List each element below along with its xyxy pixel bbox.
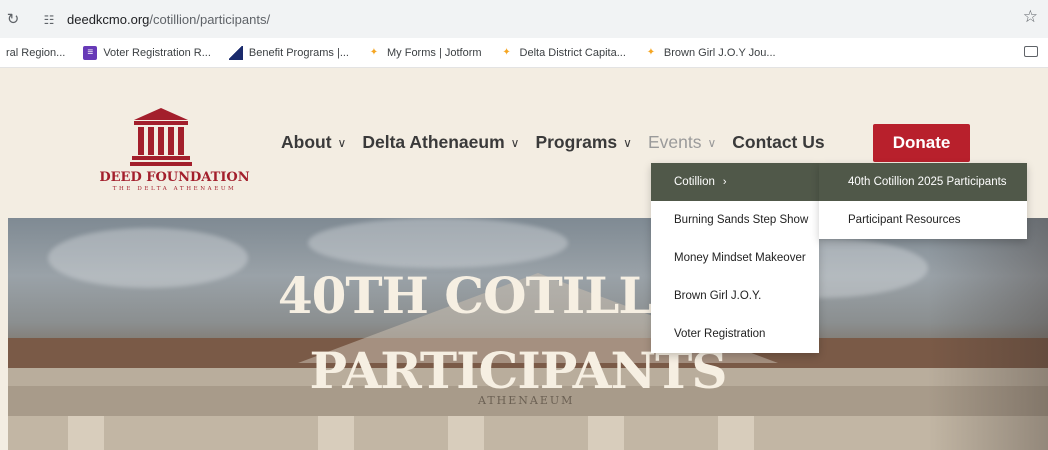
site-info-icon[interactable]: ☷ bbox=[39, 10, 59, 30]
building-columns bbox=[8, 416, 1048, 450]
hero-banner: ATHENAEUM 40TH COTILLION PARTICIPANTS bbox=[8, 218, 1048, 450]
cloud bbox=[308, 218, 568, 268]
bookmark-item[interactable]: ral Region... bbox=[6, 47, 65, 59]
nav-programs[interactable]: Programs ∨ bbox=[535, 132, 632, 153]
reload-icon[interactable]: ↻ bbox=[2, 10, 24, 28]
site-logo[interactable]: DEED FOUNDATION THE DELTA ATHENAEUM bbox=[92, 106, 252, 196]
menu-item-money-mindset[interactable]: Money Mindset Makeover bbox=[651, 239, 819, 277]
chevron-down-icon: ∨ bbox=[623, 135, 632, 150]
bookmark-label: My Forms | Jotform bbox=[387, 46, 482, 59]
logo-title: DEED FOUNDATION bbox=[99, 170, 250, 185]
column bbox=[718, 416, 754, 450]
column bbox=[318, 416, 354, 450]
url-text[interactable]: deedkcmo.org/cotillion/participants/ bbox=[67, 12, 270, 27]
url-host: deedkcmo.org bbox=[67, 12, 150, 27]
bookmark-item[interactable]: ✦ My Forms | Jotform bbox=[367, 46, 482, 60]
submenu-item-label: 40th Cotillion 2025 Participants bbox=[848, 176, 1007, 188]
bookmark-label: ral Region... bbox=[6, 46, 66, 59]
bookmark-item[interactable]: ✦ Delta District Capita... bbox=[500, 46, 626, 60]
bookmark-item[interactable]: Benefit Programs |... bbox=[228, 45, 349, 60]
bookmarks-bar: ral Region... ≡ Voter Registration R... … bbox=[0, 38, 1048, 68]
tree bbox=[928, 218, 1048, 450]
menu-item-label: Cotillion bbox=[674, 176, 715, 188]
submenu-item-participant-resources[interactable]: Participant Resources bbox=[819, 201, 1027, 239]
bookmark-label: Benefit Programs |... bbox=[248, 46, 349, 59]
nav-label: Events bbox=[647, 132, 702, 152]
hero-title-line1: 40TH COTILLION bbox=[277, 266, 763, 325]
bookmark-label: Delta District Capita... bbox=[519, 46, 626, 59]
chevron-down-icon: ∨ bbox=[337, 135, 347, 150]
bookmark-label: Voter Registration R... bbox=[103, 46, 211, 59]
main-nav: About ∨ Delta Athenaeum ∨ Programs ∨ Eve… bbox=[281, 132, 841, 153]
temple-logo-icon bbox=[130, 108, 192, 166]
bookmark-star-icon[interactable]: ☆ bbox=[1023, 7, 1038, 27]
benefit-icon bbox=[228, 45, 243, 60]
submenu-item-participants-2025[interactable]: 40th Cotillion 2025 Participants bbox=[819, 163, 1027, 201]
url-box[interactable]: ☷ deedkcmo.org/cotillion/participants/ bbox=[34, 6, 1034, 33]
bookmark-item[interactable]: ✦ Brown Girl J.O.Y Jou... bbox=[644, 46, 776, 60]
column bbox=[588, 416, 624, 450]
browser-address-bar: ↻ ☷ deedkcmo.org/cotillion/participants/… bbox=[0, 0, 1048, 38]
submenu-item-label: Participant Resources bbox=[848, 214, 961, 226]
jotform-icon: ✦ bbox=[646, 47, 656, 58]
menu-item-label: Burning Sands Step Show bbox=[674, 214, 809, 226]
bookmark-label: Brown Girl J.O.Y Jou... bbox=[663, 46, 776, 59]
nav-about[interactable]: About ∨ bbox=[281, 132, 346, 153]
menu-item-label: Brown Girl J.O.Y. bbox=[674, 290, 762, 302]
menu-item-label: Voter Registration bbox=[674, 328, 766, 340]
menu-item-brown-girl-joy[interactable]: Brown Girl J.O.Y. bbox=[651, 277, 819, 315]
donate-button[interactable]: Donate bbox=[873, 124, 970, 162]
jotform-icon: ✦ bbox=[502, 47, 511, 58]
nav-delta-athenaeum[interactable]: Delta Athenaeum ∨ bbox=[362, 132, 519, 153]
menu-item-cotillion[interactable]: Cotillion › bbox=[651, 163, 819, 201]
menu-item-burning-sands[interactable]: Burning Sands Step Show bbox=[651, 201, 819, 239]
nav-label: Contact Us bbox=[732, 132, 825, 152]
column bbox=[68, 416, 104, 450]
chevron-right-icon: › bbox=[722, 176, 727, 188]
menu-item-label: Money Mindset Makeover bbox=[674, 252, 806, 264]
cotillion-submenu: 40th Cotillion 2025 Participants Partici… bbox=[819, 163, 1027, 239]
logo-subtitle: THE DELTA ATHENAEUM bbox=[112, 186, 237, 192]
jotform-icon: ✦ bbox=[369, 47, 379, 58]
form-grid-icon: ≡ bbox=[83, 45, 98, 60]
nav-events[interactable]: Events ∨ bbox=[648, 132, 716, 153]
nav-contact-us[interactable]: Contact Us bbox=[732, 132, 824, 153]
nav-label: Delta Athenaeum bbox=[362, 132, 505, 152]
hero-title-line2: PARTICIPANTS bbox=[309, 341, 728, 400]
chevron-down-icon: ∨ bbox=[510, 135, 520, 150]
url-path: /cotillion/participants/ bbox=[149, 12, 271, 27]
events-dropdown: Cotillion › Burning Sands Step Show Mone… bbox=[651, 163, 819, 353]
menu-item-voter-registration[interactable]: Voter Registration bbox=[651, 315, 819, 353]
column bbox=[448, 416, 484, 450]
bookmark-item[interactable]: ≡ Voter Registration R... bbox=[83, 45, 211, 60]
website: DEED FOUNDATION THE DELTA ATHENAEUM Abou… bbox=[0, 68, 1048, 450]
folder-icon[interactable] bbox=[1024, 46, 1038, 57]
chevron-down-icon: ∨ bbox=[707, 135, 717, 150]
nav-label: About bbox=[281, 132, 332, 152]
nav-label: Programs bbox=[535, 132, 618, 152]
